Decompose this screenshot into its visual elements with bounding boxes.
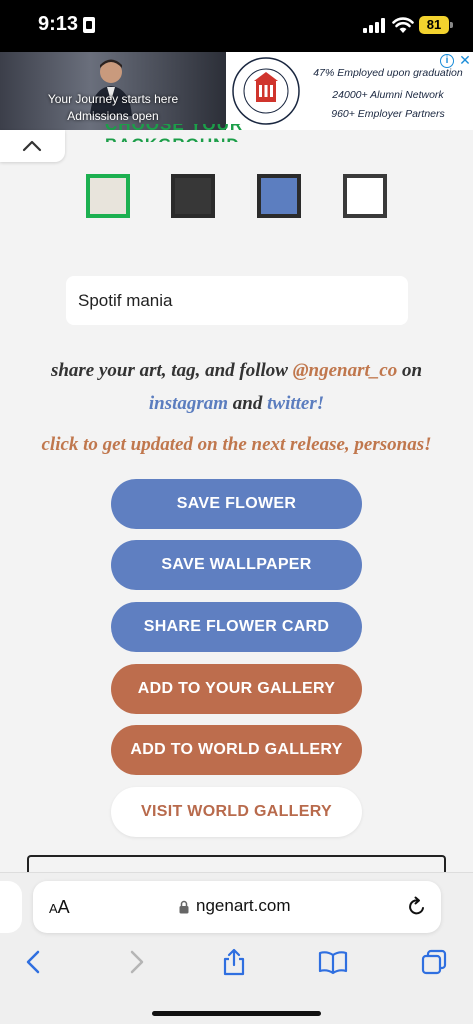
previous-tab-preview[interactable]	[0, 881, 22, 933]
choose-background-heading: CHOOSE YOUR BACKGROUND	[105, 124, 244, 142]
ad-banner[interactable]: Your Journey starts here Admissions open…	[0, 52, 473, 130]
ad-info-icon[interactable]: i	[440, 54, 454, 68]
ad-photo: Your Journey starts here Admissions open	[0, 52, 226, 130]
flower-name-input[interactable]	[66, 276, 408, 325]
browser-toolbar: AA ngenart.com	[0, 872, 473, 1024]
reader-settings-button[interactable]: AA	[49, 897, 70, 918]
reload-icon[interactable]	[406, 896, 428, 918]
instagram-handle-link[interactable]: @ngenart_co	[293, 360, 397, 381]
back-icon[interactable]	[19, 947, 49, 977]
forward-icon[interactable]	[121, 947, 151, 977]
add-to-your-gallery-button[interactable]: ADD TO YOUR GALLERY	[111, 664, 362, 714]
status-bar: 9:13 81	[0, 0, 473, 52]
status-time: 9:13	[38, 13, 79, 35]
swatch-white[interactable]	[343, 174, 387, 218]
save-wallpaper-button[interactable]: SAVE WALLPAPER	[111, 540, 362, 590]
share-text-line1: share your art, tag, and follow @ngenart…	[50, 360, 423, 381]
person-image	[90, 59, 132, 116]
lock-icon	[179, 900, 189, 914]
visit-world-gallery-button[interactable]: VISIT WORLD GALLERY	[111, 787, 362, 837]
twitter-link[interactable]: twitter!	[267, 393, 324, 414]
swatch-dark-gray[interactable]	[171, 174, 215, 218]
ad-caption-2: Admissions open	[67, 109, 159, 123]
ad-close-icon[interactable]: ✕	[458, 53, 472, 67]
cellular-signal-icon	[363, 18, 385, 33]
battery-icon: 81	[419, 16, 453, 34]
collapse-button[interactable]	[0, 130, 65, 162]
sim-icon	[83, 17, 95, 33]
ad-stat-alumni: 24000+ Alumni Network	[332, 89, 444, 101]
ad-caption-1: Your Journey starts here	[47, 92, 179, 106]
tabs-icon[interactable]	[419, 947, 449, 977]
add-to-world-gallery-button[interactable]: ADD TO WORLD GALLERY	[111, 725, 362, 775]
share-flower-card-button[interactable]: SHARE FLOWER CARD	[111, 602, 362, 652]
ad-stat-employers: 960+ Employer Partners	[331, 108, 445, 120]
chevron-up-icon	[22, 140, 42, 152]
address-bar[interactable]: AA ngenart.com	[33, 881, 441, 933]
save-flower-button[interactable]: SAVE FLOWER	[111, 479, 362, 529]
bookmarks-icon[interactable]	[318, 947, 348, 977]
share-icon[interactable]	[219, 947, 249, 977]
university-seal-logo	[232, 57, 300, 125]
swatch-beige[interactable]	[86, 174, 130, 218]
wifi-icon	[392, 17, 414, 33]
instagram-link[interactable]: instagram	[149, 393, 228, 414]
home-indicator	[152, 1011, 321, 1016]
update-signup-link[interactable]: click to get updated on the next release…	[0, 434, 473, 456]
ad-stat-employment: 47% Employed upon graduation	[313, 67, 463, 79]
swatch-blue[interactable]	[257, 174, 301, 218]
share-text-line2: instagram and twitter!	[148, 393, 325, 414]
url-text: ngenart.com	[196, 896, 291, 915]
